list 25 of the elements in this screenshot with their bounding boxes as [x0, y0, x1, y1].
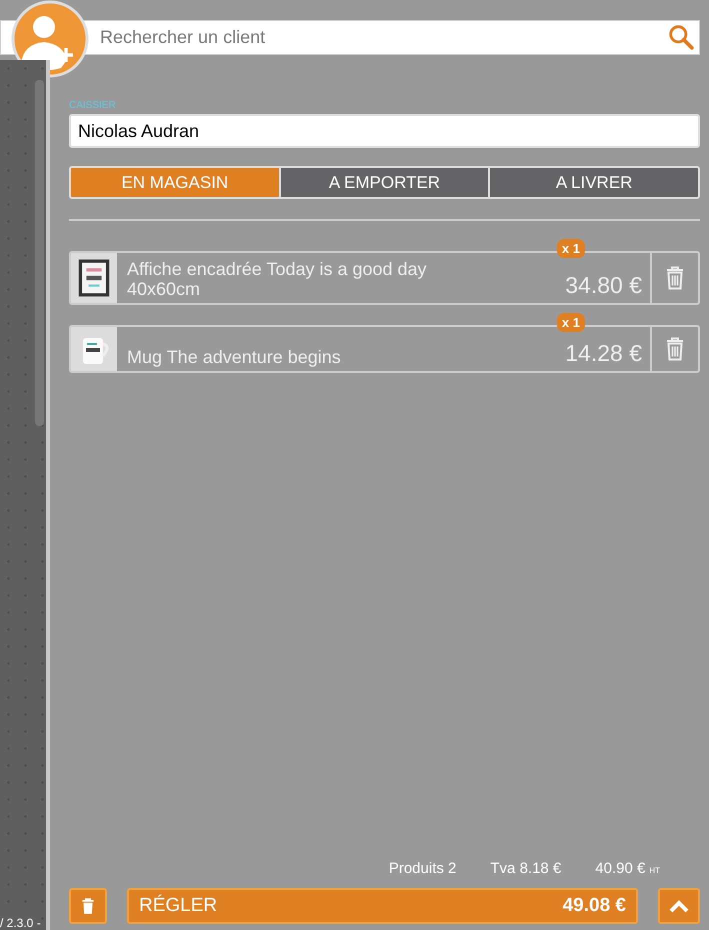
quantity-badge: x 1 [556, 239, 585, 258]
product-price: 14.28 € [565, 340, 642, 368]
mode-tab[interactable]: EN MAGASIN [71, 168, 279, 197]
mode-tab[interactable]: A EMPORTER [278, 168, 488, 197]
mode-tab[interactable]: A LIVRER [488, 168, 698, 197]
subtotal-unit: HT [649, 866, 660, 877]
tax-amount: Tva 8.18 € [490, 860, 562, 877]
product-name: Affiche encadrée Today is a good day 40x60cm [127, 259, 428, 301]
quantity-badge: x 1 [556, 313, 585, 332]
trash-icon [665, 337, 685, 361]
product-name: Mug The adventure begins [127, 347, 342, 369]
cashier-label: CAISSIER [69, 100, 117, 111]
clear-cart-button[interactable] [69, 888, 107, 924]
trash-icon [665, 266, 685, 290]
subtotal-amount: 40.90 € [595, 860, 646, 877]
expand-button[interactable] [658, 888, 700, 924]
cashier-field[interactable]: Nicolas Audran [69, 114, 700, 148]
trash-icon [81, 898, 95, 914]
chevron-up-icon [669, 899, 689, 913]
search-icon[interactable] [668, 24, 694, 50]
products-count: Produits 2 [388, 860, 456, 877]
version-text: / 2.3.0 - [0, 916, 41, 930]
product-price: 34.80 € [565, 272, 642, 300]
pay-button[interactable]: RÉGLER 49.08 € [127, 888, 638, 924]
scrollbar[interactable] [35, 80, 44, 426]
